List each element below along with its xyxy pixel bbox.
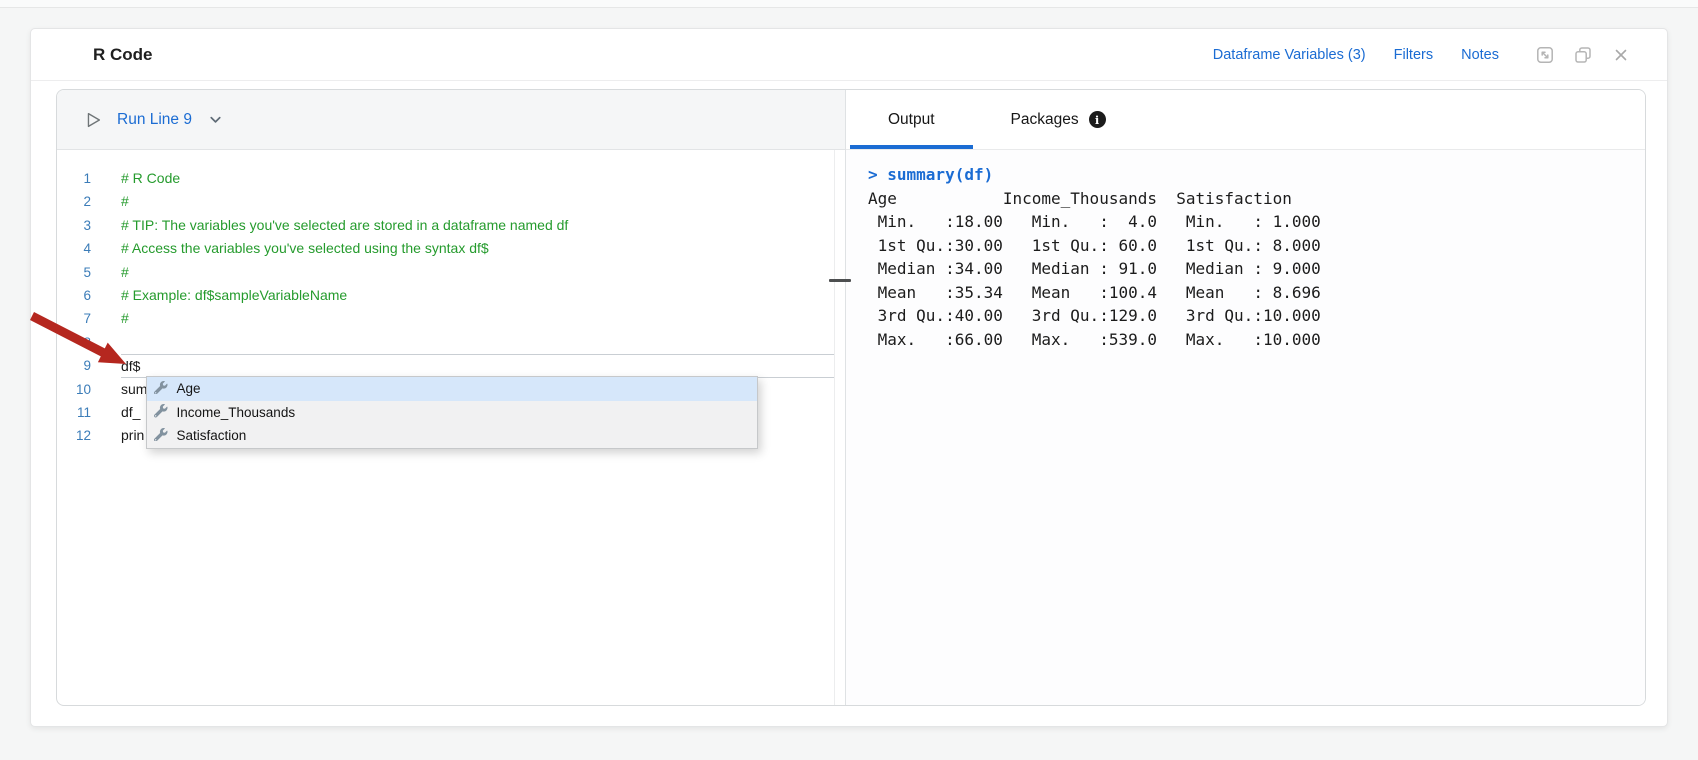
editor-pane: Run Line 9 1# R Code2#3# TIP: The variab… [57,90,845,705]
autocomplete-dropdown: Age Income_Thousands Satisfaction [146,376,758,449]
page-title: R Code [93,45,153,65]
line-text: # R Code [121,167,834,190]
pane-splitter[interactable] [834,150,845,705]
code-line[interactable]: 1 # R Code [57,167,834,190]
code-line[interactable]: 4 # Access the variables you've selected … [57,237,834,260]
line-number: 5 [57,261,91,284]
header-link-dataframe-variables-3[interactable]: Dataframe Variables (3) [1213,47,1366,63]
console-command: > summary(df) [868,163,1635,187]
code-line[interactable]: 9 df$ [57,354,834,377]
wrench-icon [154,404,168,421]
wrench-icon [154,381,168,398]
output-pane: Output Packages i > summary(df) Age Income… [845,90,1645,705]
summary-table-text: Age Income_Thousands Satisfaction Min. :… [868,187,1635,352]
line-text: # [121,190,834,213]
info-icon[interactable]: i [1089,111,1106,128]
tab-label: Packages [1011,111,1079,129]
code-line[interactable]: 8 [57,331,834,354]
expand-icon[interactable] [1535,45,1555,65]
header-window-icons [1535,45,1631,65]
header-link-notes[interactable]: Notes [1461,47,1499,63]
line-number: 8 [57,331,91,354]
close-icon[interactable] [1611,45,1631,65]
autocomplete-item-satisfaction[interactable]: Satisfaction [147,424,757,448]
code-panel: Run Line 9 1# R Code2#3# TIP: The variab… [56,89,1646,706]
header-links: Dataframe Variables (3) Filters Notes [1213,47,1499,63]
line-number: 4 [57,237,91,260]
line-text: # TIP: The variables you've selected are… [121,214,834,237]
output-tabs: Output Packages i [846,90,1645,150]
code-line[interactable]: 3 # TIP: The variables you've selected ar… [57,214,834,237]
code-line[interactable]: 7# [57,307,834,330]
autocomplete-item-label: Income_Thousands [177,405,296,420]
autocomplete-item-label: Satisfaction [177,428,247,443]
tab-output[interactable]: Output [850,90,973,149]
console-output: > summary(df) Age Income_Thousands Satis… [846,150,1645,705]
header-actions: Dataframe Variables (3) Filters Notes [1213,45,1631,65]
chevron-down-icon[interactable] [206,110,226,130]
line-number: 6 [57,284,91,307]
line-number: 3 [57,214,91,237]
run-play-icon[interactable] [83,110,103,130]
line-text: # Example: df$sampleVariableName [121,284,834,307]
r-code-widget: R Code Dataframe Variables (3) Filters Not… [30,28,1668,727]
line-text: # Access the variables you've selected u… [121,237,834,260]
header-link-filters[interactable]: Filters [1394,47,1433,63]
autocomplete-item-age[interactable]: Age [147,377,757,401]
autocomplete-item-label: Age [177,381,201,396]
wrench-icon [154,428,168,445]
run-line-button[interactable]: Run Line 9 [117,111,192,129]
line-number: 9 [57,354,91,377]
line-number: 12 [57,424,91,447]
line-number: 11 [57,401,91,424]
code-line[interactable]: 6 # Example: df$sampleVariableName [57,284,834,307]
line-text: # [121,261,834,284]
copy-icon[interactable] [1573,45,1593,65]
line-text: df$ [121,354,834,377]
tab-label: Output [888,111,935,129]
splitter-handle-icon[interactable] [829,279,851,282]
line-number: 10 [57,378,91,401]
screenshot-stage: R Code Dataframe Variables (3) Filters Not… [0,0,1698,760]
line-text: # [121,307,834,330]
line-number: 7 [57,307,91,330]
autocomplete-item-income_thousands[interactable]: Income_Thousands [147,401,757,425]
line-number: 1 [57,167,91,190]
tab-packages[interactable]: Packages i [973,90,1144,149]
line-number: 2 [57,190,91,213]
page-top-strip [0,0,1698,8]
code-line[interactable]: 5# [57,261,834,284]
editor-toolbar: Run Line 9 [57,90,845,150]
code-line[interactable]: 2# [57,190,834,213]
widget-header: R Code Dataframe Variables (3) Filters Not… [31,29,1667,81]
line-text [121,331,834,354]
